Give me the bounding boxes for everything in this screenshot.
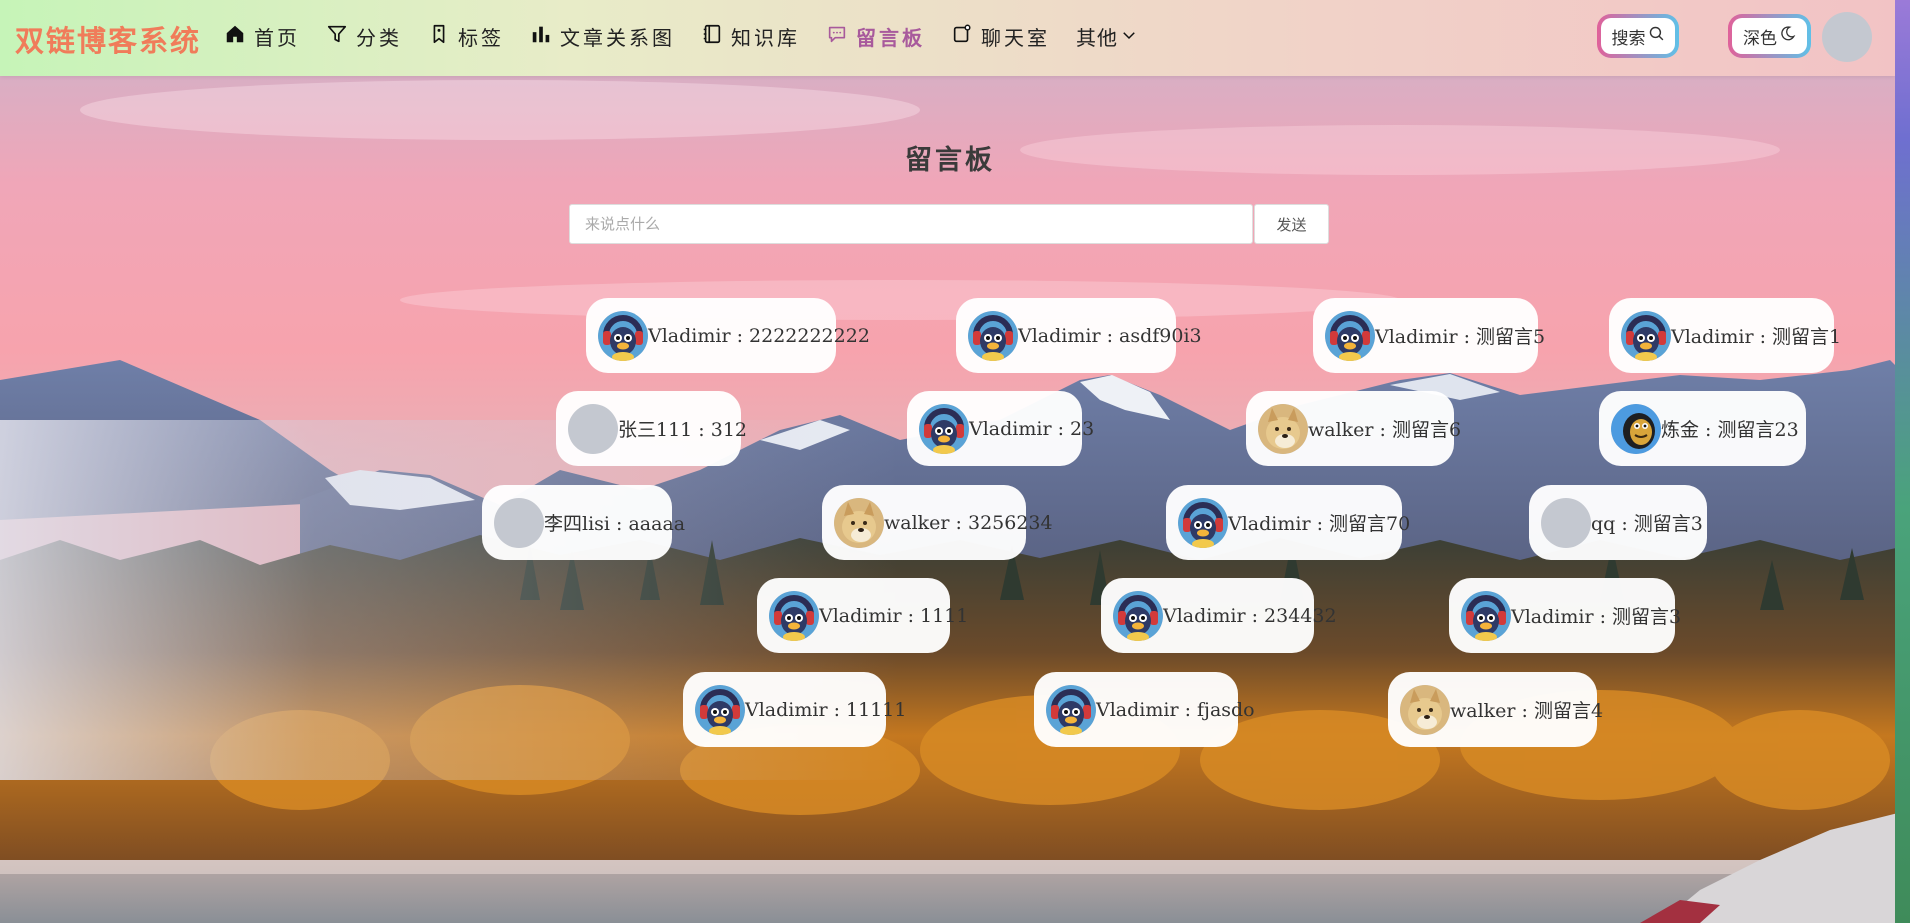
message-text: Vladimir : asdf90i3 — [1018, 324, 1202, 347]
nav-label: 分类 — [356, 26, 402, 50]
nav-item-more[interactable]: 其他 — [1076, 22, 1138, 51]
nav-label: 留言板 — [856, 26, 925, 50]
message-text: Vladimir : 测留言3 — [1511, 606, 1682, 628]
doge-avatar — [1258, 403, 1308, 454]
doge-avatar — [834, 497, 884, 548]
chevron-down-icon — [1118, 25, 1138, 49]
message-text: Vladimir : 测留言70 — [1228, 513, 1411, 535]
penguin-avatar — [1325, 310, 1375, 361]
message-text: walker : 测留言4 — [1450, 700, 1604, 722]
message-bubble[interactable]: walker : 3256234 — [822, 485, 1053, 560]
message-text: Vladimir : 1111 — [819, 604, 969, 627]
nav-label: 知识库 — [731, 26, 800, 50]
chat-icon — [951, 23, 981, 50]
message-input[interactable] — [569, 204, 1253, 244]
default-avatar — [494, 497, 544, 548]
penguin-avatar — [695, 684, 745, 735]
message-bubble[interactable]: 李四lisi : aaaaa — [482, 485, 685, 560]
search-button[interactable]: 搜索 — [1597, 14, 1679, 58]
penguin-avatar — [1178, 497, 1228, 548]
nav-item-home[interactable]: 首页 — [224, 22, 300, 51]
penguin-avatar — [1046, 684, 1096, 735]
notebook-icon — [701, 23, 731, 50]
default-avatar — [1541, 497, 1591, 548]
message-bubble[interactable]: Vladimir : 11111 — [683, 672, 906, 747]
theme-label: 深色 — [1743, 28, 1777, 49]
message-bubble[interactable]: Vladimir : 测留言1 — [1609, 298, 1841, 373]
filter-icon — [326, 23, 356, 50]
nav-item-article-graph[interactable]: 文章关系图 — [530, 22, 675, 51]
message-icon — [826, 23, 856, 50]
nav-item-knowledge-base[interactable]: 知识库 — [701, 22, 800, 51]
nav-label: 其他 — [1076, 26, 1118, 50]
message-text: Vladimir : 234432 — [1163, 604, 1337, 627]
message-bubble[interactable]: qq : 测留言3 — [1529, 485, 1707, 560]
top-navbar: 双链博客系统 首页 分类 标签 文章关系图 知识库 留言板 聊天室 其他 搜索 … — [0, 0, 1895, 76]
message-text: 李四lisi : aaaaa — [544, 513, 686, 535]
message-bubble[interactable]: Vladimir : 23 — [907, 391, 1094, 466]
brand-logo[interactable]: 双链博客系统 — [15, 18, 201, 60]
message-text: Vladimir : 测留言5 — [1375, 326, 1546, 348]
message-text: Vladimir : 23 — [969, 417, 1095, 440]
penguin-avatar — [1621, 310, 1671, 361]
message-bubble[interactable]: 张三111 : 312 — [556, 391, 747, 466]
moon-icon — [1777, 25, 1796, 47]
nav-label: 标签 — [458, 26, 504, 50]
search-icon — [1646, 25, 1665, 47]
penguin-avatar — [919, 403, 969, 454]
message-text: Vladimir : 11111 — [745, 698, 907, 721]
tag-icon — [428, 23, 458, 50]
message-bubble[interactable]: Vladimir : fjasdo — [1034, 672, 1255, 747]
penguin-avatar — [1113, 590, 1163, 641]
message-bubble[interactable]: Vladimir : 测留言70 — [1166, 485, 1410, 560]
bird-avatar — [1611, 403, 1661, 454]
message-bubble[interactable]: Vladimir : 测留言5 — [1313, 298, 1545, 373]
nav-item-tags[interactable]: 标签 — [428, 22, 504, 51]
search-label: 搜索 — [1611, 28, 1646, 49]
penguin-avatar — [968, 310, 1018, 361]
penguin-avatar — [769, 590, 819, 641]
message-text: qq : 测留言3 — [1591, 513, 1703, 535]
nav-label: 聊天室 — [981, 26, 1050, 50]
dark-mode-toggle[interactable]: 深色 — [1728, 14, 1811, 58]
message-text: walker : 3256234 — [884, 511, 1053, 534]
nav-item-chatroom[interactable]: 聊天室 — [951, 22, 1050, 51]
doge-avatar — [1400, 684, 1450, 735]
message-text: Vladimir : 测留言1 — [1671, 326, 1842, 348]
nav-label: 首页 — [254, 26, 300, 50]
message-bubble[interactable]: Vladimir : 2222222222 — [586, 298, 870, 373]
message-bubble[interactable]: walker : 测留言6 — [1246, 391, 1461, 466]
penguin-avatar — [1461, 590, 1511, 641]
nav-label: 文章关系图 — [560, 26, 675, 50]
nav-item-message-board[interactable]: 留言板 — [826, 22, 925, 51]
home-icon — [224, 23, 254, 50]
main-nav: 首页 分类 标签 文章关系图 知识库 留言板 聊天室 其他 — [224, 22, 1138, 51]
message-bubble[interactable]: Vladimir : 234432 — [1101, 578, 1337, 653]
message-text: walker : 测留言6 — [1308, 419, 1462, 441]
message-text: Vladimir : 2222222222 — [648, 324, 870, 347]
message-bubble[interactable]: Vladimir : 测留言3 — [1449, 578, 1681, 653]
send-button[interactable]: 发送 — [1254, 204, 1329, 244]
bar-chart-icon — [530, 23, 560, 50]
message-bubble[interactable]: Vladimir : 1111 — [757, 578, 968, 653]
message-bubble[interactable]: 炼金 : 测留言23 — [1599, 391, 1806, 466]
nav-item-category[interactable]: 分类 — [326, 22, 402, 51]
user-avatar[interactable] — [1822, 12, 1872, 62]
message-bubble[interactable]: Vladimir : asdf90i3 — [956, 298, 1202, 373]
message-text: 张三111 : 312 — [618, 419, 748, 441]
message-text: 炼金 : 测留言23 — [1661, 419, 1799, 441]
message-text: Vladimir : fjasdo — [1096, 698, 1255, 721]
default-avatar — [568, 403, 618, 454]
penguin-avatar — [598, 310, 648, 361]
page-title: 留言板 — [905, 145, 995, 176]
message-bubble[interactable]: walker : 测留言4 — [1388, 672, 1603, 747]
